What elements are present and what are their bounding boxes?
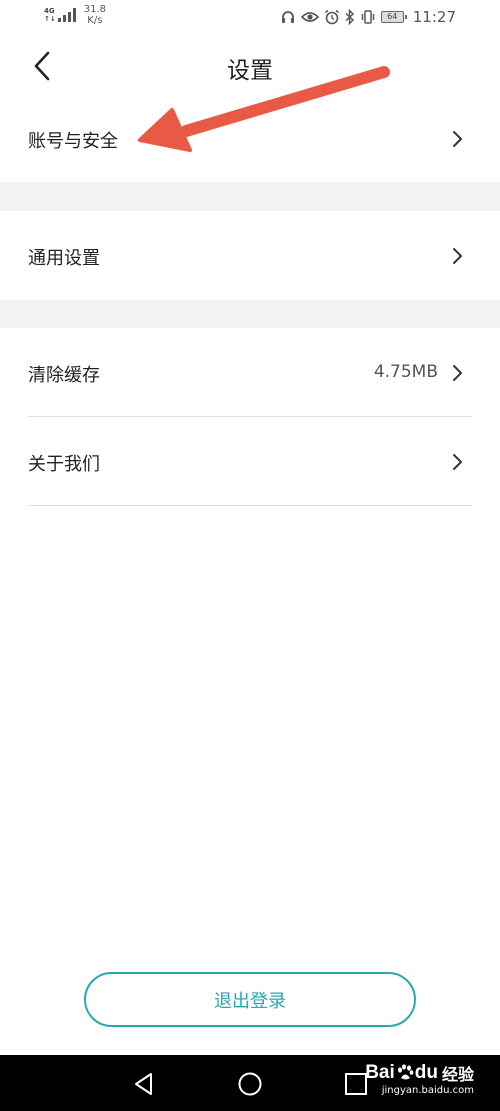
status-time: 11:27 — [412, 8, 456, 26]
settings-screen: 4G ↑↓ 31.8 K/s 64 11:27 设置 账号与安全 通用设置 清除… — [0, 0, 500, 1111]
home-circle-icon[interactable] — [237, 1071, 263, 1097]
network-arrows: ↑↓ — [44, 15, 56, 23]
bluetooth-icon — [345, 9, 354, 25]
chevron-right-icon — [453, 365, 462, 381]
settings-row-about-us[interactable]: 关于我们 — [0, 417, 500, 505]
row-label-account-security: 账号与安全 — [28, 131, 118, 152]
network-type-label: 4G — [44, 7, 55, 15]
speed-value: 31.8 — [83, 4, 106, 15]
row-label-general: 通用设置 — [28, 248, 100, 269]
watermark-logo: Bai du 经验 — [365, 1061, 474, 1085]
chevron-right-icon — [453, 454, 462, 470]
signal-icon — [57, 8, 76, 22]
row-label-clear-cache: 清除缓存 — [28, 365, 100, 386]
baidu-jingyan-watermark: Bai du 经验 jingyan.baidu.com — [365, 1061, 474, 1096]
status-left: 4G ↑↓ 31.8 K/s — [44, 4, 106, 26]
network-type: 4G ↑↓ — [44, 7, 56, 23]
header: 设置 — [0, 36, 500, 96]
status-bar: 4G ↑↓ 31.8 K/s 64 11:27 — [0, 0, 500, 36]
system-nav-bar: Bai du 经验 jingyan.baidu.com — [0, 1055, 500, 1111]
back-triangle-icon[interactable] — [131, 1071, 157, 1097]
chevron-right-icon — [453, 248, 462, 264]
watermark-url: jingyan.baidu.com — [381, 1085, 474, 1096]
settings-row-account-security[interactable]: 账号与安全 — [0, 96, 500, 182]
battery-icon: 64 — [380, 11, 407, 23]
watermark-brand-cn: 经验 — [441, 1067, 474, 1084]
logout-button[interactable]: 退出登录 — [84, 972, 416, 1027]
eye-icon — [300, 12, 319, 22]
speed-unit: K/s — [87, 15, 103, 26]
watermark-brand-b: du — [414, 1062, 438, 1083]
vibrate-icon — [361, 10, 375, 24]
alarm-icon — [324, 9, 339, 25]
headphones-icon — [281, 11, 294, 23]
paw-icon — [397, 1064, 414, 1080]
settings-row-general[interactable]: 通用设置 — [0, 211, 500, 300]
section-gap — [0, 182, 500, 211]
page-title: 设置 — [227, 58, 273, 84]
watermark-brand-a: Bai — [365, 1062, 395, 1083]
row-divider — [28, 505, 472, 506]
cache-size-value: 4.75MB — [373, 362, 438, 382]
section-gap — [0, 300, 500, 328]
row-label-about-us: 关于我们 — [28, 454, 100, 475]
status-right: 64 11:27 — [280, 8, 456, 26]
settings-row-clear-cache[interactable]: 清除缓存 4.75MB — [0, 328, 500, 416]
network-speed: 31.8 K/s — [84, 4, 106, 26]
chevron-right-icon — [453, 131, 462, 147]
